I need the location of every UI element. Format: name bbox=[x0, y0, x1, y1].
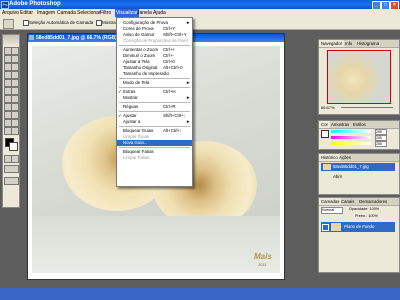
tab-channels[interactable]: Canais bbox=[339, 198, 356, 205]
taskbar bbox=[0, 288, 400, 300]
menu-separator bbox=[119, 126, 190, 127]
menu-separator bbox=[119, 147, 190, 148]
options-bar: Seleção Automática de Camada Mostrar C bbox=[0, 17, 400, 30]
navigator-panel: Navegador Info Histograma 66.67% bbox=[318, 39, 400, 115]
navigator-zoom-slider[interactable] bbox=[341, 107, 393, 108]
navigator-zoom-value[interactable]: 66.67% bbox=[321, 105, 335, 110]
history-tabs: Histórico Ações bbox=[319, 154, 399, 162]
menu-camada[interactable]: Camada bbox=[57, 10, 76, 16]
opacity-field[interactable]: Opacidade: 100% bbox=[349, 207, 379, 211]
menu-visualizar[interactable]: Visualizar bbox=[115, 9, 139, 17]
menu-imagem[interactable]: Imagem bbox=[37, 10, 55, 16]
blue-slider[interactable] bbox=[331, 142, 371, 145]
menu-separator bbox=[119, 87, 190, 88]
brush-tool-icon[interactable] bbox=[11, 71, 19, 79]
history-panel: Histórico Ações 58ed85dd01_7.jpg Abrir bbox=[318, 153, 400, 195]
menu-editar[interactable]: Editar bbox=[20, 10, 33, 16]
dodge-tool-icon[interactable] bbox=[11, 95, 19, 103]
photoshop-logo-icon: Ps bbox=[1, 1, 9, 9]
menu-filtro[interactable]: Filtro bbox=[100, 10, 111, 16]
history-step-open[interactable]: Abrir bbox=[333, 174, 342, 179]
tab-info[interactable]: Info bbox=[343, 40, 354, 47]
slice-tool-icon[interactable] bbox=[11, 63, 19, 71]
gradient-tool-icon[interactable] bbox=[11, 87, 19, 95]
move-tool-preset-icon[interactable] bbox=[3, 19, 14, 29]
document-icon bbox=[29, 35, 34, 40]
jump-to-imageready-icon[interactable] bbox=[4, 177, 19, 185]
blue-value[interactable]: 255 bbox=[375, 141, 387, 147]
type-tool-icon[interactable] bbox=[11, 103, 19, 111]
submenu-arrow-icon: ► bbox=[186, 80, 191, 85]
background-color-swatch[interactable] bbox=[9, 142, 18, 151]
layers-tabs: Camadas Canais Demarcadores bbox=[319, 198, 399, 206]
history-brush-tool-icon[interactable] bbox=[11, 79, 19, 87]
auto-select-label: Seleção Automática de Camada bbox=[29, 20, 94, 25]
menu-ajuda[interactable]: Ajuda bbox=[153, 10, 166, 16]
blend-mode-select[interactable]: Normal bbox=[321, 207, 343, 214]
history-thumbnail bbox=[323, 164, 331, 170]
quick-mask-mode-icon[interactable] bbox=[11, 155, 19, 163]
toolbox-header bbox=[3, 35, 19, 45]
fill-field[interactable]: Preen.: 100% bbox=[355, 214, 378, 218]
tab-actions[interactable]: Ações bbox=[337, 154, 353, 161]
menu-item-show[interactable]: Mostrar ► bbox=[117, 95, 192, 101]
tab-styles[interactable]: Estilos bbox=[351, 121, 368, 128]
submenu-arrow-icon: ► bbox=[186, 119, 191, 124]
eye-icon[interactable] bbox=[322, 224, 329, 231]
tab-paths[interactable]: Demarcadores bbox=[357, 198, 389, 205]
menu-separator bbox=[119, 45, 190, 46]
submenu-arrow-icon: ► bbox=[186, 95, 191, 100]
color-panel: Cor Amostras Estilos 255 255 255 bbox=[318, 120, 400, 150]
tab-navigator[interactable]: Navegador bbox=[319, 40, 345, 47]
menu-selecionar[interactable]: Selecionar bbox=[77, 10, 101, 16]
menu-bar: Arquivo Editar Imagem Camada Selecionar … bbox=[0, 9, 400, 17]
watermark-text: Mais bbox=[254, 252, 272, 261]
window-title: Adobe Photoshop bbox=[9, 1, 61, 7]
menu-arquivo[interactable]: Arquivo bbox=[2, 10, 19, 16]
document-title: 58ed85dd01_7.jpg @ 66.7% (RGB) bbox=[36, 35, 117, 41]
menu-item-new-guide[interactable]: Nova Guia... bbox=[117, 140, 192, 146]
toolbox bbox=[2, 34, 20, 208]
layers-panel: Camadas Canais Demarcadores Normal Opaci… bbox=[318, 197, 400, 273]
menu-separator bbox=[119, 111, 190, 112]
history-document-name: 58ed85dd01_7.jpg bbox=[333, 164, 369, 169]
title-bar: Ps Adobe Photoshop _ □ × bbox=[0, 0, 400, 10]
magic-wand-tool-icon[interactable] bbox=[11, 55, 19, 63]
menu-item-clear-slices: Limpar Fatias bbox=[123, 155, 150, 160]
menu-separator bbox=[119, 102, 190, 103]
menu-janela[interactable]: Janela bbox=[137, 10, 152, 16]
menu-item-snap-to[interactable]: Ajustar a ► bbox=[117, 119, 192, 125]
table-surface bbox=[32, 216, 280, 273]
color-tabs: Cor Amostras Estilos bbox=[319, 121, 399, 129]
layer-name[interactable]: Plano de Fundo bbox=[344, 224, 374, 229]
view-menu-dropdown: Configuração de Prova ► Cores de Prova Ctr… bbox=[116, 17, 193, 187]
color-fg-swatch[interactable] bbox=[321, 130, 329, 138]
menu-separator bbox=[119, 78, 190, 79]
red-slider[interactable] bbox=[331, 130, 371, 133]
zoom-tool-icon[interactable] bbox=[11, 127, 19, 135]
tab-swatches[interactable]: Amostras bbox=[329, 121, 351, 128]
navigator-thumbnail[interactable] bbox=[327, 50, 391, 104]
menu-item-print-size[interactable]: Tamanho de Impressão bbox=[117, 71, 192, 77]
tab-histogram[interactable]: Histograma bbox=[355, 40, 381, 47]
watermark-year: 2011 bbox=[258, 262, 267, 267]
eyedropper-tool-icon[interactable] bbox=[11, 119, 19, 127]
layer-thumbnail bbox=[331, 223, 341, 231]
shape-tool-icon[interactable] bbox=[11, 111, 19, 119]
move-tool-icon[interactable] bbox=[11, 47, 19, 55]
menu-item-pixel-aspect: Correção de Proporções de Pixel bbox=[123, 38, 188, 43]
menu-item-screen-mode[interactable]: Modo de Tela ► bbox=[117, 80, 192, 86]
navigator-tabs: Navegador Info Histograma bbox=[319, 40, 399, 48]
green-slider[interactable] bbox=[331, 136, 371, 139]
screen-mode-icon[interactable] bbox=[4, 165, 19, 173]
menu-item-rulers[interactable]: Réguas Ctrl+R bbox=[117, 104, 192, 110]
